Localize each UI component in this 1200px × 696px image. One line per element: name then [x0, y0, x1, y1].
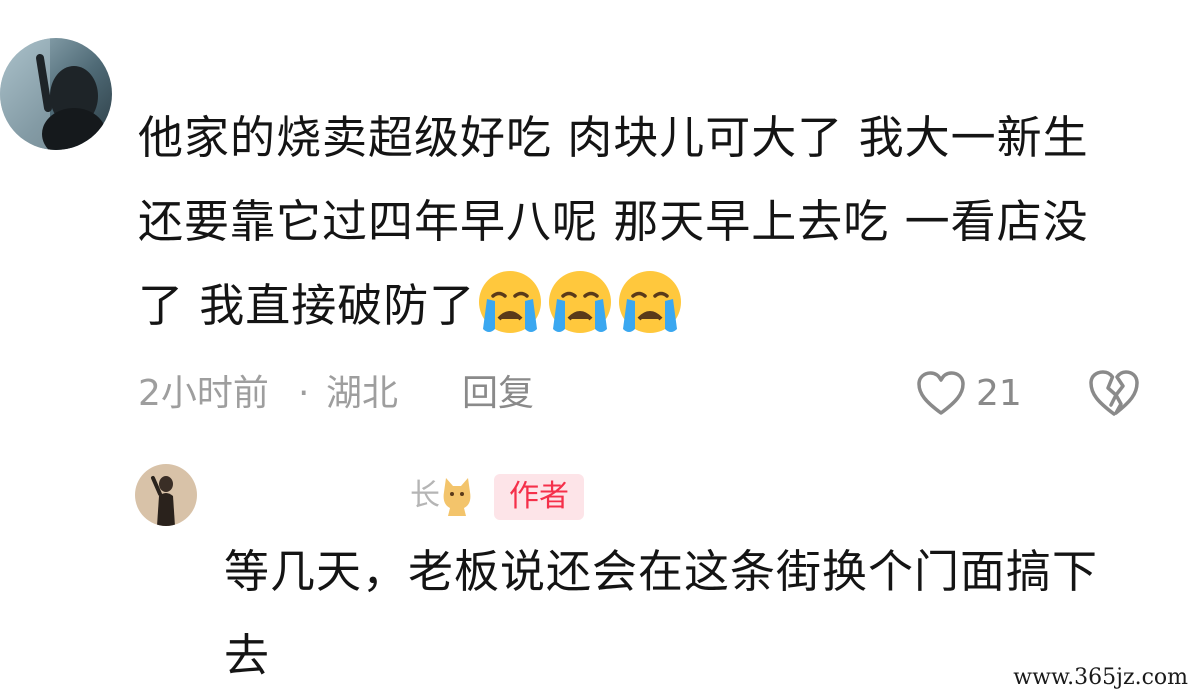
cat-icon	[443, 478, 471, 516]
crying-face-icon	[549, 271, 612, 333]
comment-line: 了 我直接破防了	[138, 264, 1178, 362]
heart-icon[interactable]	[916, 370, 966, 416]
avatar-image	[0, 38, 112, 150]
meta-separator: ·	[298, 373, 310, 414]
comment-location: 湖北	[326, 373, 399, 414]
author-avatar[interactable]	[135, 464, 197, 526]
comment-timestamp: 2小时前	[138, 373, 269, 414]
comment-line: 还要靠它过四年早八呢 那天早上去吃 一看店没	[138, 195, 1089, 248]
emoji-row	[477, 269, 687, 362]
comment-line-text: 了 我直接破防了	[138, 279, 476, 332]
avatar-image	[135, 464, 197, 526]
crying-face-icon	[479, 271, 542, 333]
watermark: www.365jz.com	[1013, 665, 1188, 690]
broken-heart-icon[interactable]	[1088, 368, 1140, 418]
reply-button[interactable]: 回复	[462, 368, 534, 420]
author-badge: 作者	[494, 474, 584, 520]
like-count: 21	[976, 373, 1022, 414]
comment-text: 他家的烧卖超级好吃 肉块儿可大了 我大一新生 还要靠它过四年早八呢 那天早上去吃…	[138, 96, 1178, 362]
reply-line: 等几天，老板说还会在这条街换个门面搞下	[224, 545, 1099, 598]
commenter-avatar[interactable]	[0, 38, 112, 150]
crying-face-icon	[619, 271, 682, 333]
comment-line: 他家的烧卖超级好吃 肉块儿可大了 我大一新生	[138, 111, 1089, 164]
